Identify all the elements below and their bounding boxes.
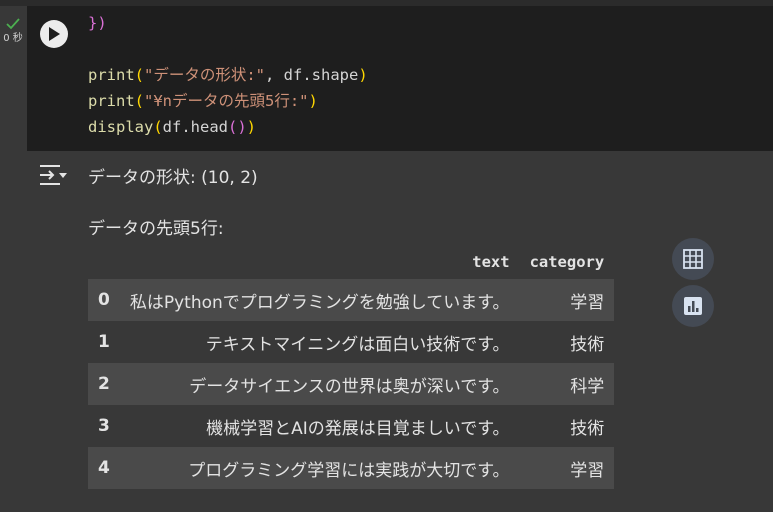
table-row: 4 プログラミング学習には実践が大切です。 学習	[88, 447, 615, 489]
head-output-label: データの先頭5行:	[88, 219, 224, 239]
code-cell[interactable]: }) print("データの形状:", df.shape) print("¥nデ…	[27, 6, 773, 151]
table-row: 2 データサイエンスの世界は奥が深いです。 科学	[88, 363, 615, 405]
table-row: 1 テキストマイニングは面白い技術です。 技術	[88, 321, 615, 363]
cell-text: データサイエンスの世界は奥が深いです。	[119, 363, 520, 405]
cell-text: テキストマイニングは面白い技術です。	[119, 321, 520, 363]
code-line-3-rest: , df.shape	[265, 66, 359, 84]
cell-text: 機械学習とAIの発展は目覚ましいです。	[119, 405, 520, 447]
cell-category: 学習	[519, 447, 615, 489]
convert-to-table-button[interactable]	[672, 238, 714, 280]
run-cell-button[interactable]	[40, 20, 68, 48]
code-editor[interactable]: }) print("データの形状:", df.shape) print("¥nデ…	[88, 10, 368, 140]
cell-category: 技術	[519, 321, 615, 363]
execution-time: 0 秒	[3, 33, 23, 44]
code-line-5-fn: display	[88, 118, 154, 136]
code-line-5-rest: df.head	[162, 118, 228, 136]
row-index: 2	[88, 363, 120, 405]
code-line-3-str: "データの形状:"	[144, 66, 266, 84]
code-line-4-str: "¥nデータの先頭5行:"	[144, 92, 309, 110]
row-index: 4	[88, 447, 120, 489]
code-line-1: })	[88, 14, 107, 32]
code-line-4-fn: print	[88, 92, 135, 110]
cell-category: 学習	[519, 279, 615, 321]
shape-output: データの形状: (10, 2)	[88, 168, 258, 188]
row-index: 0	[88, 279, 120, 321]
table-icon	[683, 249, 703, 269]
play-icon	[49, 27, 60, 41]
table-row: 0 私はPythonでプログラミングを勉強しています。 学習	[88, 279, 615, 321]
table-header-row: text category	[88, 245, 614, 279]
chart-icon	[684, 297, 702, 315]
table-row: 3 機械学習とAIの発展は目覚ましいです。 技術	[88, 405, 615, 447]
suggest-chart-button[interactable]	[672, 285, 714, 327]
row-index: 3	[88, 405, 120, 447]
code-line-3-fn: print	[88, 66, 135, 84]
cell-category: 科学	[519, 363, 615, 405]
column-header-text: text	[472, 253, 510, 271]
output-toggle-icon[interactable]	[38, 163, 68, 187]
cell-text: プログラミング学習には実践が大切です。	[119, 447, 520, 489]
row-index: 1	[88, 321, 120, 363]
execution-status: 0 秒	[0, 18, 26, 44]
column-header-index	[88, 245, 120, 279]
cell-category: 技術	[519, 405, 615, 447]
dataframe-table: text category 0 私はPythonでプログラミングを勉強しています…	[88, 245, 615, 489]
cell-text: 私はPythonでプログラミングを勉強しています。	[119, 279, 520, 321]
column-header-category: category	[529, 253, 605, 271]
